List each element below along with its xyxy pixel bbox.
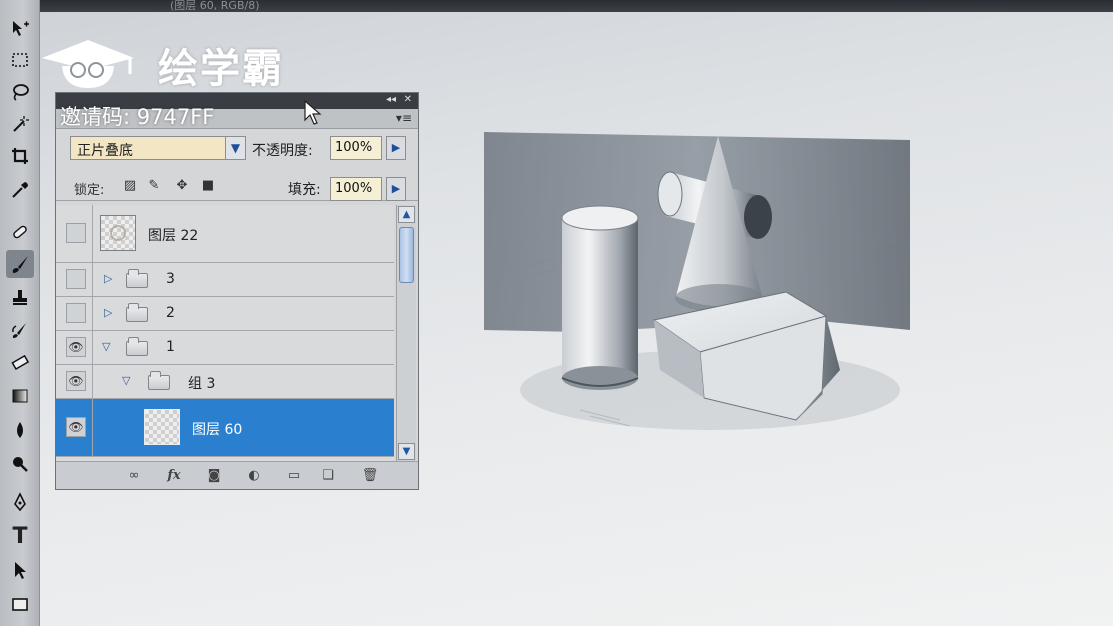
gradient-tool-icon[interactable] [6, 382, 34, 410]
scroll-down-arrow-icon[interactable]: ▼ [398, 443, 415, 460]
layer-mask-icon[interactable]: ◙ [204, 467, 224, 485]
layer-name: 图层 60 [192, 422, 243, 438]
invite-code: 邀请码: 9747FF [60, 105, 215, 129]
visibility-toggle[interactable]: 👁 [66, 371, 86, 391]
layer-row-layer-22[interactable]: 图层 22 [56, 205, 394, 263]
layers-panel-footer: ∞ fx ◙ ◐ ▭ ❏ 🗑 [56, 461, 418, 489]
new-group-icon[interactable]: ▭ [284, 467, 304, 485]
layer-row-group-1[interactable]: 👁 ▽ 1 [56, 331, 394, 365]
blur-tool-icon[interactable] [6, 416, 34, 444]
layer-row-layer-60[interactable]: 👁 图层 60 [56, 399, 394, 457]
blend-row: 正片叠底 ▼ 不透明度: 100% ▶ [56, 131, 418, 165]
layer-thumbnail [100, 215, 136, 251]
close-panel-icon[interactable]: ✕ [404, 94, 412, 105]
scroll-thumb[interactable] [399, 227, 414, 283]
healing-brush-icon[interactable] [6, 218, 34, 246]
folder-icon [126, 337, 148, 356]
layer-row-group-2[interactable]: ▷ 2 [56, 297, 394, 331]
fill-slider-arrow-icon[interactable]: ▶ [386, 177, 406, 201]
document-title-bar: (图层 60, RGB/8) [40, 0, 1113, 12]
collapse-panel-icon[interactable]: ◂◂ [386, 94, 396, 105]
layer-name: 1 [166, 339, 175, 355]
visibility-toggle[interactable] [66, 303, 86, 323]
opacity-label: 不透明度: [252, 143, 313, 159]
layer-row-group-zu3[interactable]: 👁 ▽ 组 3 [56, 365, 394, 399]
magic-wand-icon[interactable] [6, 110, 34, 138]
layer-row-group-3[interactable]: ▷ 3 [56, 263, 394, 297]
history-brush-icon[interactable] [6, 316, 34, 344]
expand-arrow-icon[interactable]: ▷ [104, 306, 112, 319]
document-title: (图层 60, RGB/8) [170, 0, 260, 12]
lock-transparent-pixels-icon[interactable]: ▨ [122, 178, 138, 194]
collapse-arrow-icon[interactable]: ▽ [122, 374, 130, 387]
brand-logo [42, 40, 134, 88]
folder-icon [148, 371, 170, 390]
eraser-icon[interactable] [6, 348, 34, 376]
eye-icon: 👁 [68, 420, 84, 434]
fill-label: 填充: [288, 182, 321, 198]
row-divider [92, 205, 93, 262]
mouse-cursor-icon [304, 100, 322, 125]
layer-name: 3 [166, 271, 175, 287]
row-divider [92, 365, 93, 398]
delete-layer-icon[interactable]: 🗑 [360, 467, 380, 485]
brush-tool-icon[interactable] [6, 250, 34, 278]
dodge-tool-icon[interactable] [6, 450, 34, 478]
visibility-toggle[interactable] [66, 223, 86, 243]
folder-icon [126, 269, 148, 288]
expand-arrow-icon[interactable]: ▷ [104, 272, 112, 285]
type-tool-icon[interactable]: T [6, 522, 34, 550]
layer-list: 图层 22 ▷ 3 ▷ 2 👁 ▽ 1 👁 ▽ 组 3 👁 图层 60 [56, 205, 394, 461]
visibility-toggle[interactable]: 👁 [66, 337, 86, 357]
panel-menu-icon[interactable]: ▾≡ [396, 111, 412, 125]
chevron-down-icon[interactable]: ▼ [225, 137, 245, 159]
scroll-up-arrow-icon[interactable]: ▲ [398, 206, 415, 223]
row-divider [92, 331, 93, 364]
opacity-slider-arrow-icon[interactable]: ▶ [386, 136, 406, 160]
marquee-tool-icon[interactable] [6, 46, 34, 74]
lock-all-icon[interactable]: ■ [200, 178, 216, 194]
new-layer-icon[interactable]: ❏ [318, 467, 338, 485]
layer-name: 图层 22 [148, 228, 199, 244]
blend-mode-value: 正片叠底 [77, 143, 133, 159]
tools-panel: T [0, 0, 40, 626]
layer-thumbnail [144, 409, 180, 445]
crop-tool-icon[interactable] [6, 142, 34, 170]
row-divider [92, 297, 93, 330]
path-selection-icon[interactable] [6, 556, 34, 584]
blend-mode-select[interactable]: 正片叠底 ▼ [70, 136, 246, 160]
lock-image-pixels-icon[interactable]: ✎ [146, 178, 162, 194]
lock-label: 锁定: [74, 183, 105, 198]
layer-list-scrollbar[interactable]: ▲ ▼ [396, 205, 416, 461]
pen-tool-icon[interactable] [6, 488, 34, 516]
eyedropper-icon[interactable] [6, 176, 34, 204]
row-divider [92, 263, 93, 296]
opacity-field[interactable]: 100% [330, 136, 382, 160]
move-tool-icon[interactable] [6, 14, 34, 42]
brand-name: 绘学霸 [158, 46, 284, 92]
clone-stamp-icon[interactable] [6, 284, 34, 312]
layer-name: 2 [166, 305, 175, 321]
eye-icon: 👁 [68, 374, 84, 388]
visibility-toggle[interactable] [66, 269, 86, 289]
lasso-tool-icon[interactable] [6, 78, 34, 106]
folder-icon [126, 303, 148, 322]
adjustment-layer-icon[interactable]: ◐ [244, 467, 264, 485]
layer-name: 组 3 [188, 376, 216, 392]
link-layers-icon[interactable]: ∞ [124, 467, 144, 485]
layer-style-fx-icon[interactable]: fx [164, 467, 184, 485]
still-life-drawing [484, 132, 910, 430]
lock-position-icon[interactable]: ✥ [174, 178, 190, 194]
row-divider [92, 399, 93, 456]
shape-tool-icon[interactable] [6, 590, 34, 618]
collapse-arrow-icon[interactable]: ▽ [102, 340, 110, 353]
fill-field[interactable]: 100% [330, 177, 382, 201]
visibility-toggle[interactable]: 👁 [66, 417, 86, 437]
layers-panel: ◂◂ ✕ ▾≡ 正片叠底 ▼ 不透明度: 100% ▶ 锁定: ▨ ✎ ✥ ■ … [55, 92, 419, 490]
eye-icon: 👁 [68, 340, 84, 354]
